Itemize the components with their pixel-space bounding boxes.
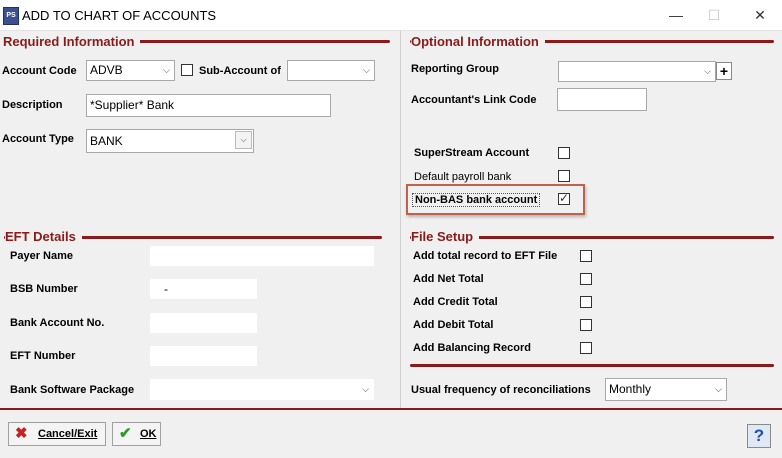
app-icon: PS — [3, 7, 19, 25]
column-divider — [400, 31, 401, 408]
account-code-combo[interactable]: ADVB ⌵ — [86, 60, 175, 81]
required-section-title: Required Information — [3, 34, 141, 49]
green-check-icon: ✔ — [119, 425, 132, 442]
software-combo[interactable]: ⌵ — [150, 379, 374, 400]
file-setup-checkbox-eft-total[interactable] — [580, 250, 592, 262]
file-setup-section-title: File Setup — [411, 229, 480, 244]
default-payroll-checkbox[interactable] — [558, 170, 570, 182]
file-setup-checkbox-debit-total[interactable] — [580, 319, 592, 331]
red-x-icon: ✖ — [15, 425, 28, 442]
plus-icon[interactable]: + — [716, 62, 732, 80]
superstream-label: SuperStream Account — [414, 147, 530, 159]
minimize-icon[interactable]: — — [656, 0, 696, 30]
sub-account-label: Sub-Account of — [199, 65, 281, 77]
cancel-exit-button[interactable]: ✖ Cancel/Exit — [8, 422, 106, 446]
payer-name-label: Payer Name — [10, 250, 73, 262]
bsb-input[interactable]: - — [150, 279, 257, 299]
bsb-label: BSB Number — [10, 283, 78, 295]
file-setup-label-balancing: Add Balancing Record — [413, 342, 531, 354]
cancel-exit-label: Cancel/Exit — [38, 428, 98, 440]
chevron-down-icon: ⌵ — [235, 131, 252, 149]
file-setup-checkbox-net-total[interactable] — [580, 273, 592, 285]
software-label: Bank Software Package — [10, 384, 135, 396]
frequency-value: Monthly — [609, 382, 652, 396]
superstream-checkbox[interactable] — [558, 147, 570, 159]
file-setup-label-net-total: Add Net Total — [413, 273, 484, 285]
non-bas-label: Non-BAS bank account — [412, 193, 541, 207]
payer-name-input[interactable] — [150, 246, 374, 266]
frequency-label: Usual frequency of reconciliations — [411, 384, 591, 396]
default-payroll-label: Default payroll bank — [414, 171, 512, 183]
frequency-combo[interactable]: Monthly ⌵ — [605, 378, 727, 401]
description-label: Description — [2, 99, 63, 111]
file-setup-label-credit-total: Add Credit Total — [413, 296, 498, 308]
accountant-link-label: Accountant's Link Code — [411, 94, 537, 106]
account-code-value: ADVB — [90, 63, 123, 77]
eft-number-input[interactable] — [150, 346, 257, 366]
chevron-down-icon: ⌵ — [704, 66, 711, 76]
chevron-down-icon: ⌵ — [363, 65, 370, 75]
file-setup-checkbox-balancing[interactable] — [580, 342, 592, 354]
eft-section-title: EFT Details — [5, 229, 82, 244]
help-question-icon[interactable]: ? — [747, 424, 771, 448]
bank-account-input[interactable] — [150, 313, 257, 333]
file-setup-label-eft-total: Add total record to EFT File — [413, 250, 558, 262]
close-icon[interactable]: ✕ — [740, 0, 780, 30]
reporting-group-combo[interactable]: ⌵ — [558, 61, 716, 82]
account-type-value: BANK — [90, 134, 123, 148]
reporting-group-label: Reporting Group — [411, 63, 499, 75]
chevron-down-icon: ⌵ — [715, 384, 722, 394]
window-title: ADD TO CHART OF ACCOUNTS — [22, 8, 217, 23]
file-setup-label-debit-total: Add Debit Total — [413, 319, 494, 331]
maximize-icon: ☐ — [707, 7, 721, 23]
account-type-combo[interactable]: BANK ⌵ — [86, 129, 254, 153]
description-input[interactable]: *Supplier* Bank — [86, 94, 331, 117]
non-bas-checkbox[interactable] — [558, 191, 570, 205]
file-setup-bottom-line — [410, 364, 774, 367]
account-code-label: Account Code — [2, 65, 77, 77]
chevron-down-icon: ⌵ — [163, 65, 170, 75]
title-bar: PS ADD TO CHART OF ACCOUNTS — ☐ ✕ — [0, 0, 782, 31]
sub-account-combo[interactable]: ⌵ — [287, 60, 375, 81]
eft-number-label: EFT Number — [10, 350, 76, 362]
sub-account-checkbox[interactable] — [181, 64, 193, 76]
accountant-link-input[interactable] — [557, 88, 647, 111]
file-setup-checkbox-credit-total[interactable] — [580, 296, 592, 308]
ok-label: OK — [140, 428, 157, 440]
ok-button[interactable]: ✔ OK — [112, 422, 161, 446]
optional-section-title: Optional Information — [411, 34, 545, 49]
chevron-down-icon: ⌵ — [362, 384, 369, 394]
account-type-label: Account Type — [2, 133, 74, 145]
bank-account-label: Bank Account No. — [10, 317, 105, 329]
